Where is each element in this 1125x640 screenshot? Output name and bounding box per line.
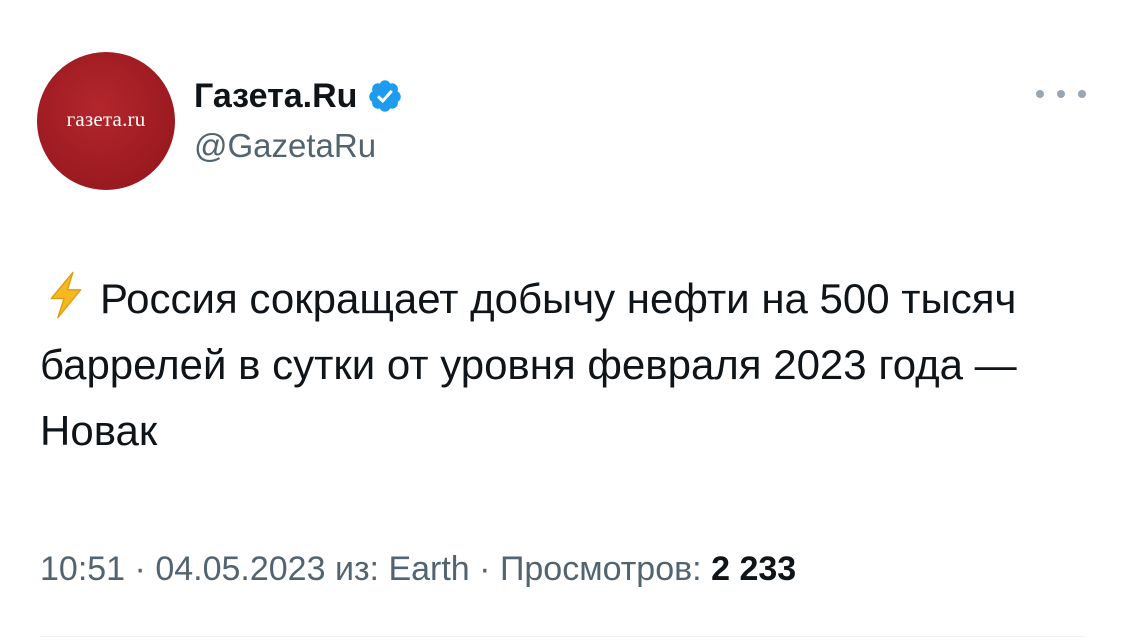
source-prefix: из: (334, 550, 379, 588)
author-display-name[interactable]: Газета.Ru (194, 77, 357, 116)
views-label: Просмотров: (499, 550, 702, 588)
tweet-date[interactable]: 04.05.2023 (155, 550, 325, 588)
meta-separator: · (134, 550, 146, 588)
more-dot (1036, 90, 1044, 98)
tweet-source-link[interactable]: Earth (388, 550, 469, 588)
more-options-icon[interactable] (1036, 82, 1086, 106)
tweet-meta: 10:51 · 04.05.2023 из: Earth · Просмотро… (40, 550, 796, 589)
tweet: газета.ru Газета.Ru @GazetaRu Россия сок… (0, 0, 1125, 640)
tweet-body: Россия сокращает добычу нефти на 500 тыс… (40, 275, 1017, 454)
divider (40, 636, 1085, 637)
avatar[interactable]: газета.ru (37, 52, 175, 190)
lightning-bolt-icon (50, 271, 82, 319)
more-dot (1078, 90, 1086, 98)
avatar-logo-text: газета.ru (66, 106, 146, 131)
author-name-row: Газета.Ru (194, 72, 403, 120)
verified-badge-icon (369, 80, 402, 112)
author-handle[interactable]: @GazetaRu (194, 127, 376, 165)
tweet-time[interactable]: 10:51 (40, 550, 125, 588)
more-dot (1057, 90, 1065, 98)
tweet-text: Россия сокращает добычу нефти на 500 тыс… (40, 266, 1100, 464)
meta-separator: · (479, 550, 491, 588)
views-count[interactable]: 2 233 (711, 550, 796, 588)
